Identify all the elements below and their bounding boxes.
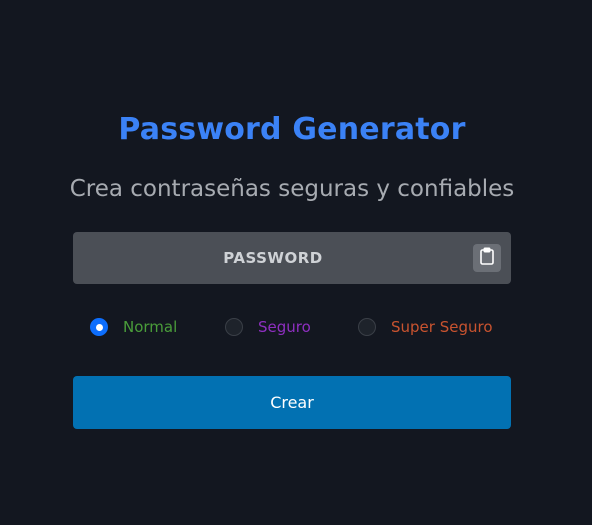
option-normal-label: Normal (123, 318, 178, 336)
radio-super-seguro[interactable] (358, 318, 376, 336)
option-super-seguro[interactable]: Super Seguro (358, 316, 493, 338)
security-level-options: Normal Seguro Super Seguro (73, 316, 511, 338)
radio-seguro[interactable] (225, 318, 243, 336)
page-title: Password Generator (118, 112, 466, 147)
clipboard-icon (480, 247, 494, 269)
option-seguro[interactable]: Seguro (225, 316, 311, 338)
radio-normal[interactable] (90, 318, 108, 336)
option-seguro-label: Seguro (258, 318, 311, 336)
page-subtitle: Crea contraseñas seguras y confiables (69, 176, 515, 202)
password-display: PASSWORD (73, 232, 511, 284)
password-value: PASSWORD (223, 249, 323, 267)
option-super-seguro-label: Super Seguro (391, 318, 493, 336)
option-normal[interactable]: Normal (90, 316, 177, 338)
create-button[interactable]: Crear (73, 376, 511, 429)
copy-button[interactable] (473, 244, 501, 272)
